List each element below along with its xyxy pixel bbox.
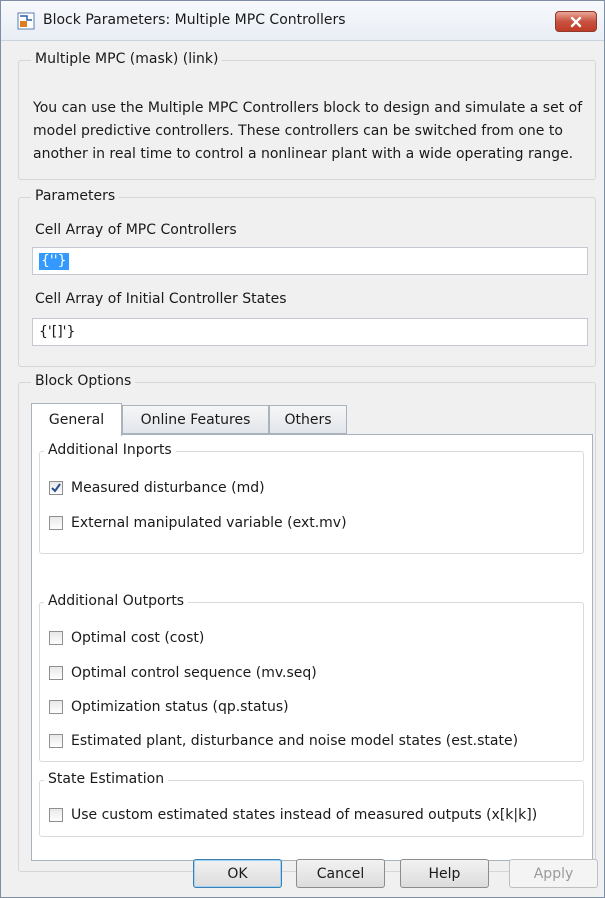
cost-checkbox-label: Optimal cost (cost) (71, 630, 205, 646)
outports-legend: Additional Outports (44, 593, 189, 609)
qpstatus-checkbox-row[interactable]: Optimization status (qp.status) (49, 699, 289, 715)
extmv-checkbox[interactable] (49, 516, 63, 530)
tab-others-label: Others (284, 411, 332, 428)
states-input[interactable]: {'[]'} (32, 318, 588, 346)
md-checkbox[interactable] (49, 481, 63, 495)
mask-description: You can use the Multiple MPC Controllers… (33, 100, 583, 162)
state-estimation-legend: State Estimation (44, 771, 169, 787)
qpstatus-checkbox-label: Optimization status (qp.status) (71, 699, 289, 715)
tab-panel-general: Additional Inports Measured disturbance … (31, 434, 593, 861)
custom-state-checkbox-row[interactable]: Use custom estimated states instead of m… (49, 807, 537, 823)
tab-online-features-label: Online Features (140, 411, 251, 428)
title-bar[interactable]: Block Parameters: Multiple MPC Controlle… (1, 1, 604, 41)
checkmark-icon (51, 483, 61, 493)
tab-online-features[interactable]: Online Features (122, 405, 269, 434)
close-icon (570, 16, 582, 27)
md-checkbox-label: Measured disturbance (md) (71, 480, 265, 496)
inports-group: Additional Inports (39, 442, 584, 554)
help-button[interactable]: Help (400, 859, 489, 888)
block-options-legend: Block Options (31, 373, 136, 389)
controllers-label: Cell Array of MPC Controllers (35, 222, 237, 238)
mask-legend: Multiple MPC (mask) (link) (31, 51, 223, 67)
controllers-input[interactable]: {''} (32, 247, 588, 275)
custom-state-checkbox-label: Use custom estimated states instead of m… (71, 807, 538, 823)
eststate-checkbox[interactable] (49, 734, 63, 748)
extmv-checkbox-label: External manipulated variable (ext.mv) (71, 515, 347, 531)
extmv-checkbox-row[interactable]: External manipulated variable (ext.mv) (49, 515, 347, 531)
inports-legend: Additional Inports (44, 442, 176, 458)
close-button[interactable] (555, 11, 597, 32)
mvseq-checkbox-row[interactable]: Optimal control sequence (mv.seq) (49, 665, 317, 681)
md-checkbox-row[interactable]: Measured disturbance (md) (49, 480, 265, 496)
ok-button[interactable]: OK (193, 859, 282, 888)
mvseq-checkbox-label: Optimal control sequence (mv.seq) (71, 665, 317, 681)
window-title: Block Parameters: Multiple MPC Controlle… (43, 12, 346, 28)
controllers-value: {''} (39, 252, 69, 270)
apply-button[interactable]: Apply (509, 859, 598, 888)
mvseq-checkbox[interactable] (49, 666, 63, 680)
states-label: Cell Array of Initial Controller States (35, 291, 287, 307)
cost-checkbox[interactable] (49, 631, 63, 645)
cancel-button[interactable]: Cancel (296, 859, 385, 888)
cost-checkbox-row[interactable]: Optimal cost (cost) (49, 630, 204, 646)
qpstatus-checkbox[interactable] (49, 700, 63, 714)
eststate-checkbox-label: Estimated plant, disturbance and noise m… (71, 733, 519, 749)
simulink-block-icon (17, 12, 35, 30)
dialog-window: Block Parameters: Multiple MPC Controlle… (0, 0, 605, 898)
eststate-checkbox-row[interactable]: Estimated plant, disturbance and noise m… (49, 733, 518, 749)
tab-others[interactable]: Others (269, 405, 347, 434)
tab-general-label: General (48, 412, 105, 428)
custom-state-checkbox[interactable] (49, 808, 63, 822)
tab-general[interactable]: General (31, 403, 122, 436)
states-value: {'[]'} (39, 324, 76, 340)
dialog-content: Multiple MPC (mask) (link) You can use t… (1, 42, 604, 897)
parameters-legend: Parameters (31, 188, 120, 204)
